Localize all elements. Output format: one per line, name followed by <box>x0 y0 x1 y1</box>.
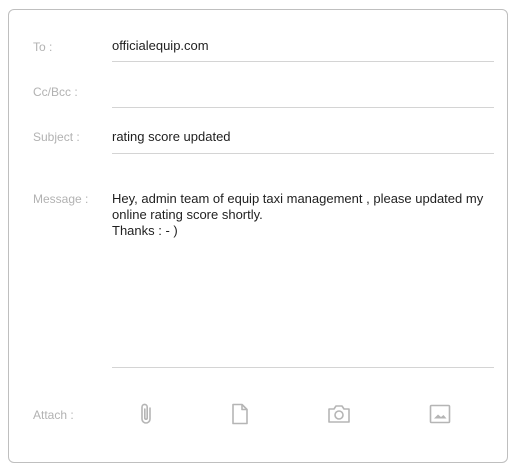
paperclip-icon[interactable] <box>133 401 159 427</box>
message-line: Thanks : - ) <box>112 223 178 238</box>
email-compose-card: To : officialequip.com Cc/Bcc : Subject … <box>8 9 508 463</box>
subject-label: Subject : <box>33 130 80 144</box>
subject-field[interactable]: rating score updated <box>112 129 494 154</box>
message-line: Hey, admin team of equip taxi management… <box>112 191 484 222</box>
message-label: Message : <box>33 192 89 206</box>
image-icon[interactable] <box>427 401 453 427</box>
to-value: officialequip.com <box>112 38 209 53</box>
camera-icon[interactable] <box>326 401 352 427</box>
subject-value: rating score updated <box>112 129 231 144</box>
file-icon[interactable] <box>227 401 253 427</box>
cc-label: Cc/Bcc : <box>33 85 78 99</box>
to-field[interactable]: officialequip.com <box>112 38 494 62</box>
message-field[interactable]: Hey, admin team of equip taxi management… <box>112 191 494 368</box>
attach-label: Attach : <box>33 408 74 422</box>
to-label: To : <box>33 40 53 54</box>
cc-field[interactable] <box>112 83 494 108</box>
